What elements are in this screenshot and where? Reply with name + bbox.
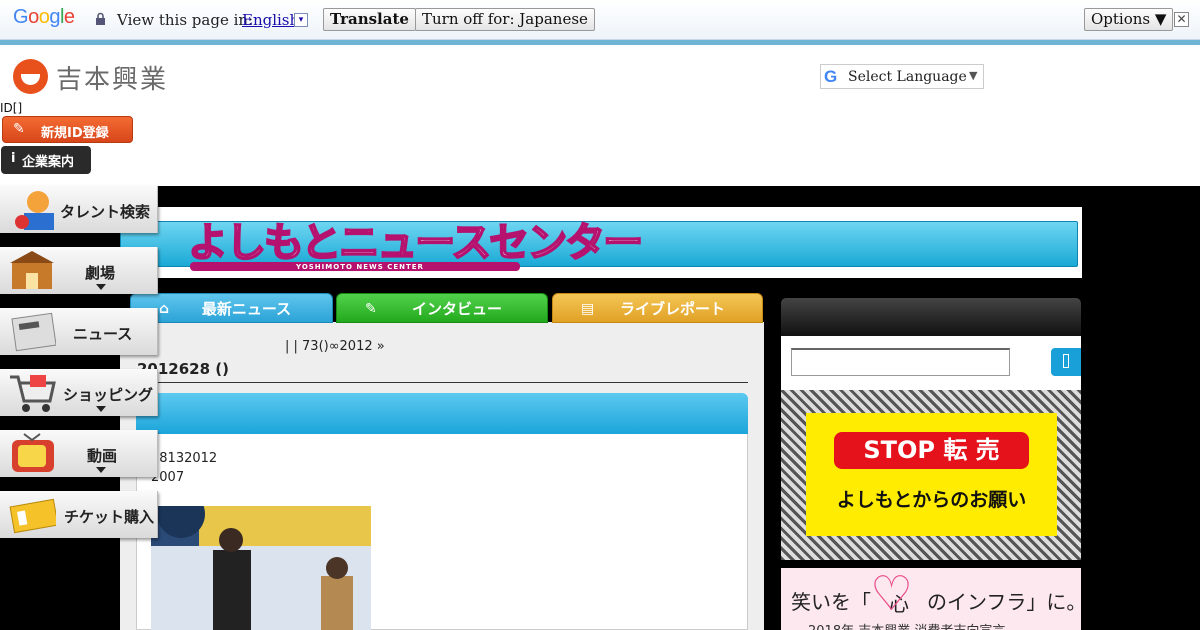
language-dropdown-icon[interactable]: ▾ xyxy=(294,13,308,27)
brand-name: 吉本興業 xyxy=(56,65,169,95)
home-icon: ⌂ xyxy=(159,301,170,317)
turn-off-button[interactable]: Turn off for: Japanese xyxy=(415,8,595,31)
tv-icon xyxy=(12,433,54,472)
tab-latest-news-label: 最新ニュース xyxy=(201,300,292,318)
id-text: ID[] xyxy=(0,101,23,115)
company-info-button[interactable]: i 企業案内 xyxy=(1,146,91,174)
lock-icon xyxy=(96,12,105,25)
info-icon: i xyxy=(11,151,16,166)
select-language-label: Select Language xyxy=(848,69,967,85)
translate-language-link[interactable]: English xyxy=(242,11,299,29)
logo-mark-icon xyxy=(13,59,48,94)
chevron-down-icon xyxy=(96,284,106,290)
company-info-label: 企業案内 xyxy=(22,155,75,170)
newspaper-icon xyxy=(11,312,56,352)
sidebar-item-label: ショッピング xyxy=(63,386,154,404)
sidebar-item-label: チケット購入 xyxy=(64,508,155,526)
infra-headline: 笑いを「心のインフラ」に。 xyxy=(791,586,1087,616)
stop-resale-title: STOP 転 売 xyxy=(834,432,1029,469)
sidebar-item-ticket[interactable]: チケット購入 xyxy=(0,491,158,538)
search-button[interactable] xyxy=(1051,348,1081,376)
infra-headline-a: 笑いを「 xyxy=(791,590,871,614)
chevron-down-icon xyxy=(96,467,106,473)
chevron-down-icon xyxy=(96,406,106,412)
sidebar-item-video[interactable]: 動画 xyxy=(0,430,158,477)
tab-interview[interactable]: ✎ インタビュー xyxy=(336,293,548,323)
google-g-icon: G xyxy=(824,67,838,86)
google-logo: Google xyxy=(13,6,75,28)
article-photo xyxy=(151,506,371,630)
select-language-dropdown[interactable]: G Select Language ▼ xyxy=(820,64,984,89)
translate-button[interactable]: Translate xyxy=(323,8,416,31)
translate-prompt: View this page in: xyxy=(117,11,254,29)
infra-headline-b: のインフラ」に。 xyxy=(927,590,1087,614)
register-id-button[interactable]: ✎ 新規ID登録 xyxy=(2,116,133,143)
tab-latest-news[interactable]: ⌂ 最新ニュース xyxy=(130,293,333,323)
options-button[interactable]: Options ▼ xyxy=(1084,8,1174,31)
search-heading xyxy=(781,298,1081,336)
heart-icon: ♡ xyxy=(870,566,914,622)
news-center-logo: よしもとニュースセンター xyxy=(187,219,644,267)
breadcrumb[interactable]: | | 73()∞2012 » xyxy=(285,339,385,354)
microphone-icon: ✎ xyxy=(365,301,377,317)
pencil-icon: ✎ xyxy=(13,121,25,137)
article-line-1: 28132012 xyxy=(151,451,218,466)
close-icon[interactable]: ✕ xyxy=(1174,12,1189,27)
sidebar-item-talent[interactable]: タレント検索 xyxy=(0,186,158,233)
memo-icon: ▤ xyxy=(581,301,595,317)
select-arrow-icon: ▼ xyxy=(969,69,978,82)
sidebar-item-shopping[interactable]: ショッピング xyxy=(0,369,158,416)
sidebar-item-label: 動画 xyxy=(87,447,118,465)
article-header-bar xyxy=(136,393,748,435)
sidebar-item-label: ニュース xyxy=(73,325,133,343)
news-center-sublogo: YOSHIMOTO NEWS CENTER xyxy=(296,263,424,271)
sidebar-item-label: タレント検索 xyxy=(60,203,151,221)
tab-live-report[interactable]: ▤ ライブレポート xyxy=(552,293,763,323)
sidebar-item-label: 劇場 xyxy=(85,264,116,282)
stop-resale-subtitle: よしもとからのお願い xyxy=(836,489,1027,511)
tab-live-report-label: ライブレポート xyxy=(619,300,725,318)
ticket-icon xyxy=(9,498,56,534)
register-id-label: 新規ID登録 xyxy=(41,126,109,141)
translate-bar-accent xyxy=(0,40,1200,45)
tab-interview-label: インタビュー xyxy=(411,300,502,318)
title-divider xyxy=(137,382,748,383)
infra-subtitle: 2018年 吉本興業 消費者志向宣言 xyxy=(808,620,1005,630)
talent-icon xyxy=(15,191,54,230)
shopping-cart-icon xyxy=(10,375,56,412)
search-input[interactable] xyxy=(791,348,1010,376)
sidebar-item-theater[interactable]: 劇場 xyxy=(0,247,158,294)
search-button-glyph xyxy=(1063,354,1069,368)
sidebar-item-news[interactable]: ニュース xyxy=(0,308,158,355)
theater-icon xyxy=(10,251,54,289)
